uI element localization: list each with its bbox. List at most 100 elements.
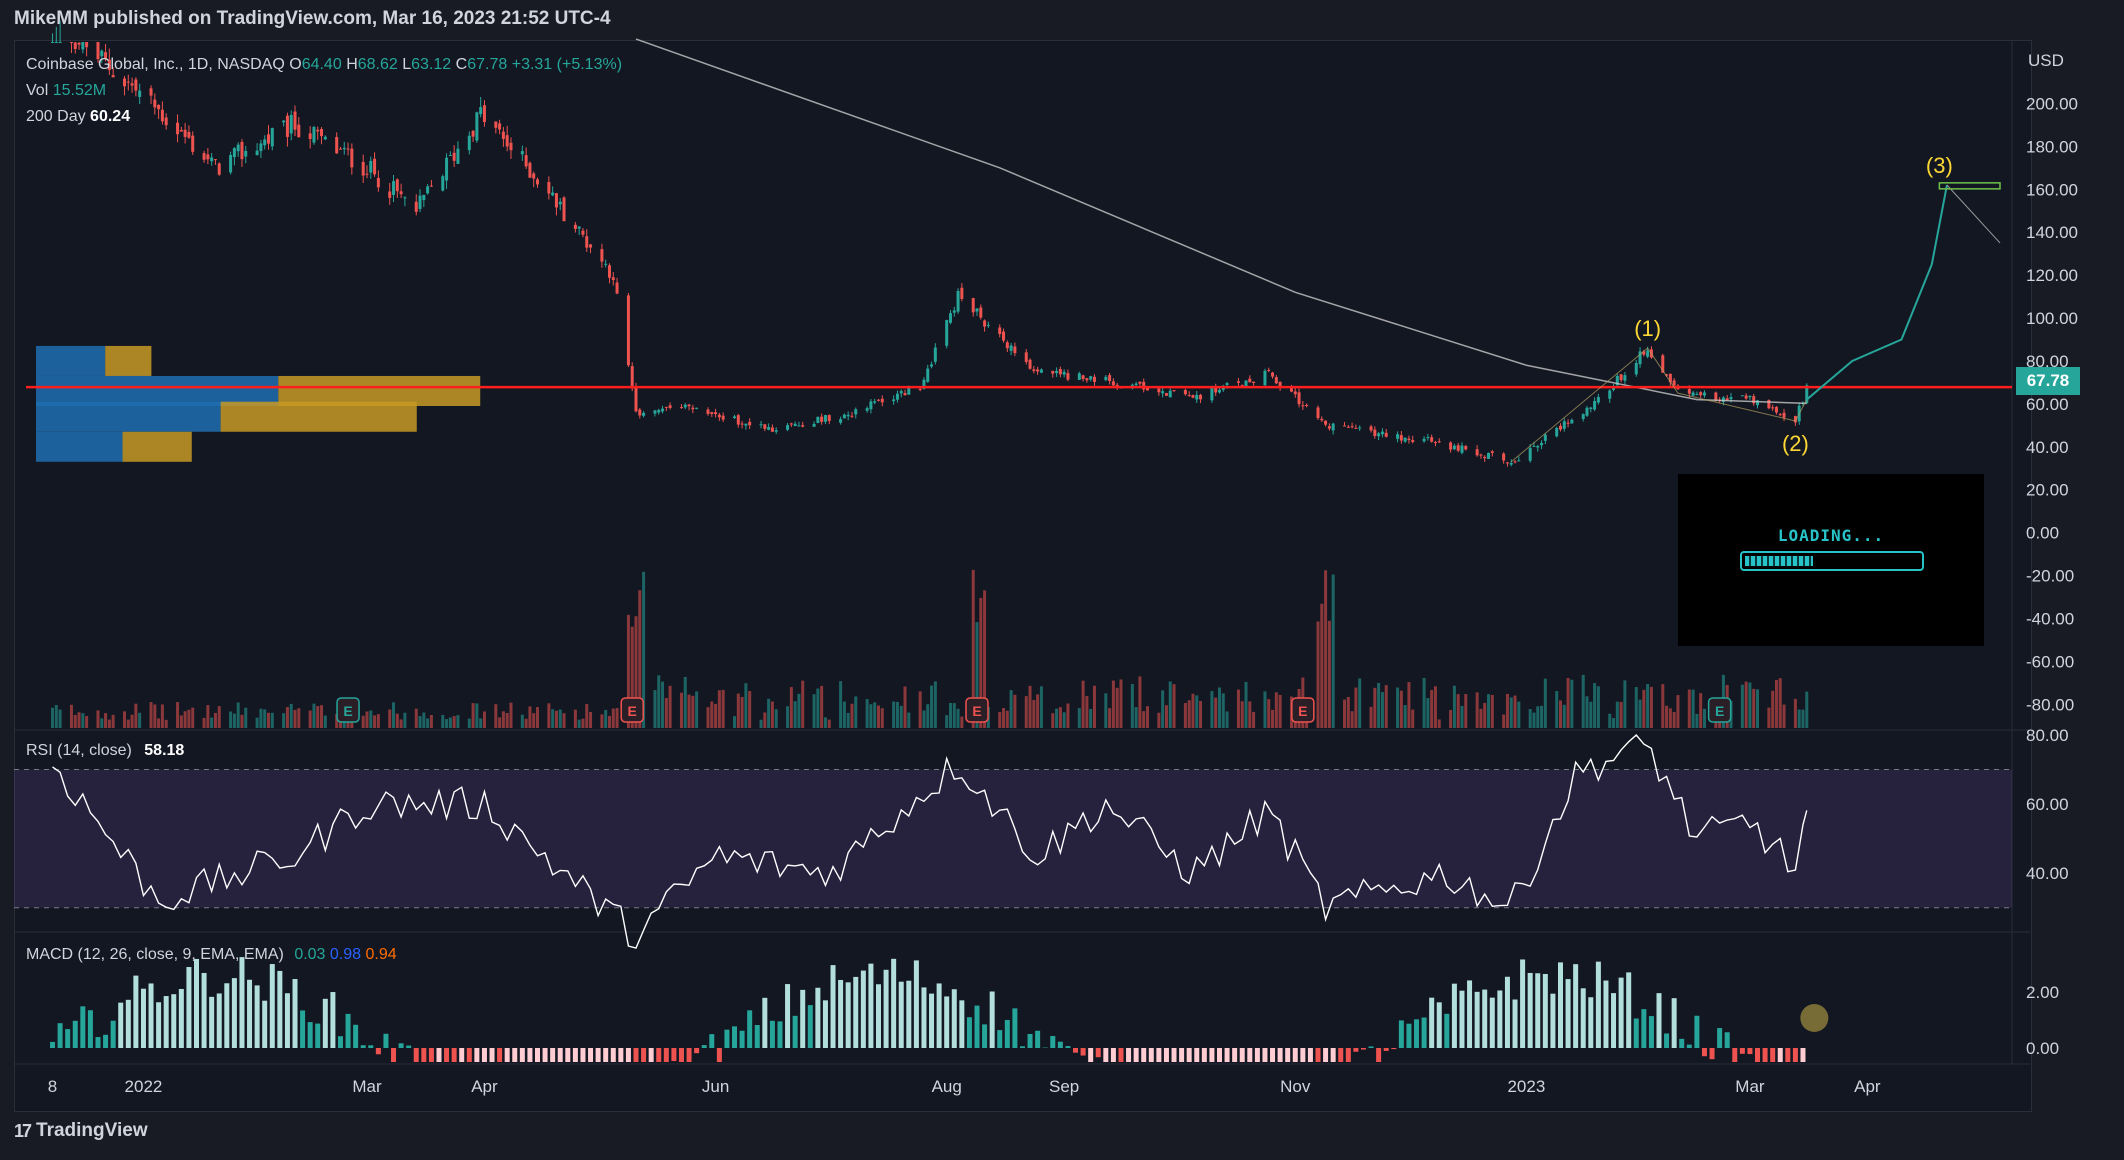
volume-profile-up-bar <box>36 431 123 462</box>
candle-body <box>661 408 665 412</box>
earnings-letter: E <box>1715 703 1724 719</box>
volume-bar <box>960 716 964 728</box>
macd-histogram-bar <box>974 1005 980 1048</box>
candle-body <box>1055 370 1059 373</box>
volume-bar <box>157 718 161 728</box>
volume-bar <box>1665 705 1669 728</box>
volume-bar <box>244 707 248 728</box>
candle-body <box>471 130 475 137</box>
price-axis-tick: 140.00 <box>2026 223 2078 242</box>
volume-bar <box>240 714 244 728</box>
candle-body <box>399 191 403 195</box>
macd-histogram-bar <box>1376 1048 1382 1062</box>
macd-histogram-bar <box>694 1048 700 1054</box>
volume-bar <box>153 704 157 728</box>
candle-body <box>1479 454 1483 456</box>
volume-bar <box>1475 692 1479 728</box>
macd-histogram-bar <box>982 1024 988 1048</box>
candle-body <box>1062 371 1066 375</box>
volume-bar <box>1558 700 1562 728</box>
candle-body <box>789 423 793 425</box>
volume-bar <box>903 686 907 728</box>
macd-histogram-bar <box>315 1023 321 1048</box>
candle-body <box>1422 438 1426 442</box>
macd-histogram-bar <box>57 1023 63 1048</box>
price-axis-tick: 200.00 <box>2026 94 2078 113</box>
candle-body <box>1108 375 1112 382</box>
volume-bar <box>236 702 240 728</box>
macd-histogram-bar <box>883 969 889 1048</box>
volume-bar <box>1797 709 1801 728</box>
macd-histogram-bar <box>262 1000 268 1048</box>
price-axis-tick: 100.00 <box>2026 309 2078 328</box>
macd-histogram-bar <box>663 1048 669 1062</box>
macd-histogram-bar <box>785 984 791 1048</box>
macd-histogram-bar <box>1747 1048 1753 1055</box>
candle-body <box>1513 461 1517 463</box>
volume-bar <box>1805 691 1809 728</box>
footer-brand[interactable]: 17 TradingView <box>14 1120 148 1142</box>
candle-body <box>1267 369 1271 371</box>
volume-bar <box>373 715 377 728</box>
macd-histogram-bar <box>1664 1033 1670 1048</box>
volume-bar <box>1346 696 1350 728</box>
macd-histogram-bar <box>87 1010 93 1048</box>
macd-histogram-bar <box>224 983 230 1048</box>
volume-bar <box>926 704 930 728</box>
candle-body <box>1744 395 1748 399</box>
volume-bar <box>232 713 236 728</box>
volume-bar <box>661 681 665 728</box>
volume-bar <box>1146 706 1150 728</box>
macd-histogram-bar <box>186 967 192 1048</box>
volume-bar <box>467 718 471 728</box>
macd-histogram-bar <box>300 1010 306 1048</box>
volume-bar <box>1168 681 1172 728</box>
volume-bar <box>687 694 691 728</box>
candle-body <box>820 416 824 422</box>
time-axis-tick: 8 <box>48 1077 57 1096</box>
volume-bar <box>69 704 73 728</box>
candle-body <box>1596 397 1600 403</box>
volume-bar <box>797 693 801 728</box>
macd-histogram-bar <box>936 983 942 1048</box>
candle-body <box>1164 393 1168 396</box>
volume-bar <box>1509 697 1513 728</box>
volume-bar <box>554 710 558 728</box>
volume-bar <box>418 716 422 728</box>
volume-bar <box>854 696 858 728</box>
volume-bar <box>130 714 134 728</box>
volume-bar <box>1187 700 1191 728</box>
candle-body <box>388 191 392 198</box>
macd-histogram-bar <box>1717 1028 1723 1048</box>
volume-bar <box>615 708 619 728</box>
candle-body <box>270 128 274 147</box>
candle-body <box>1426 437 1430 439</box>
macd-histogram-bar <box>406 1045 412 1048</box>
volume-bar <box>1528 709 1532 728</box>
volume-bar <box>1316 621 1320 728</box>
candle-body <box>895 393 899 400</box>
price-axis-tick: 120.00 <box>2026 266 2078 285</box>
volume-bar <box>740 696 744 728</box>
macd-histogram-bar <box>95 1037 101 1048</box>
volume-bar <box>1252 711 1256 728</box>
macd-histogram-bar <box>1542 973 1548 1048</box>
candle-body <box>634 386 638 412</box>
candle-body <box>191 135 195 152</box>
macd-histogram-bar <box>209 996 215 1048</box>
candle-body <box>1013 346 1017 354</box>
macd-histogram-bar <box>709 1034 715 1048</box>
volume-bar <box>445 719 449 728</box>
candle-body <box>373 158 377 175</box>
candle-body <box>736 415 740 425</box>
macd-histogram-bar <box>1179 1048 1185 1062</box>
candle-body <box>1028 359 1032 369</box>
volume-bar <box>308 710 312 728</box>
candle-body <box>232 148 236 158</box>
ma-label: 200 Day <box>26 108 86 125</box>
candle-body <box>823 415 827 422</box>
macd-histogram-bar <box>1126 1048 1132 1062</box>
volume-bar <box>1464 693 1468 728</box>
symbol-title[interactable]: Coinbase Global, Inc., 1D, NASDAQ <box>26 56 285 73</box>
candle-body <box>308 133 312 140</box>
